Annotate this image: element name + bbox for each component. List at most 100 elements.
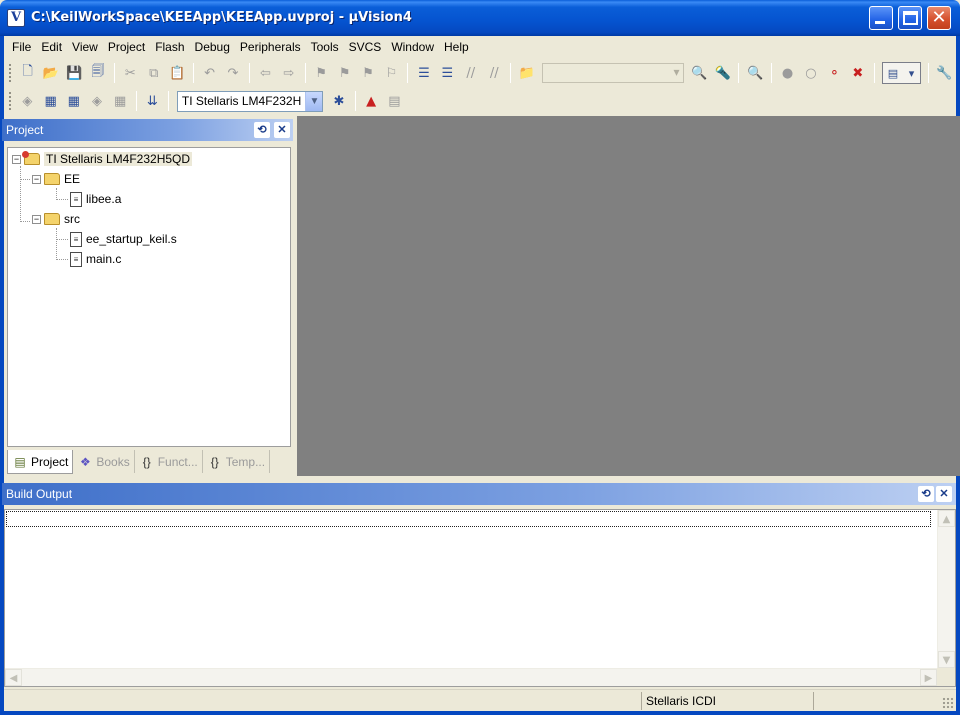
open-folder-icon[interactable]: 📂 — [40, 62, 61, 84]
select-packs-icon[interactable]: ▤ — [384, 90, 405, 112]
toolbar-separator — [770, 63, 772, 83]
find-in-files-icon[interactable]: 📁 — [516, 62, 537, 84]
toolbar-separator — [248, 63, 250, 83]
pin-icon[interactable]: ⟲ — [918, 486, 934, 502]
menu-debug[interactable]: Debug — [190, 36, 235, 58]
menu-view[interactable]: View — [67, 36, 103, 58]
configure-wrench-icon[interactable]: 🔧 — [934, 62, 955, 84]
target-select[interactable]: TI Stellaris LM4F232H ▼ — [176, 90, 324, 112]
clear-bookmarks-icon[interactable]: ⚐ — [381, 62, 402, 84]
debug-session-icon[interactable]: 🔍 — [744, 62, 765, 84]
close-icon[interactable]: ✕ — [936, 486, 952, 502]
save-icon[interactable]: 💾 — [64, 62, 85, 84]
toolbar-separator — [192, 63, 194, 83]
project-tab-icon: ▤ — [14, 454, 26, 469]
tree-item-file[interactable]: ≡ ee_startup_keil.s — [70, 230, 177, 248]
scroll-left-icon[interactable]: ◀ — [5, 669, 22, 686]
disable-breakpoints-icon[interactable]: ⚬ — [824, 62, 845, 84]
tree-item-target[interactable]: − TI Stellaris LM4F232H5QD — [12, 150, 193, 168]
find-icon[interactable]: 🔍 — [689, 62, 710, 84]
enable-breakpoint-icon[interactable]: ○ — [800, 62, 821, 84]
tree-item-file[interactable]: ≡ main.c — [70, 250, 121, 268]
find-combo[interactable] — [542, 63, 684, 83]
menu-peripherals[interactable]: Peripherals — [235, 36, 306, 58]
templates-tab-icon: {} — [210, 454, 219, 469]
menu-project[interactable]: Project — [103, 36, 150, 58]
comment-icon[interactable]: // — [460, 62, 481, 84]
insert-bookmark-icon[interactable]: ⚑ — [311, 62, 332, 84]
build-output-text[interactable]: ▲ ▼ ◀ ▶ — [4, 509, 956, 687]
indent-icon[interactable]: ☰ — [413, 62, 434, 84]
tab-label: Temp... — [225, 454, 266, 469]
translate-file-icon[interactable]: ◈ — [17, 90, 38, 112]
menu-svcs[interactable]: SVCS — [344, 36, 387, 58]
tab-project[interactable]: ▤ Project — [7, 450, 74, 474]
menu-edit[interactable]: Edit — [36, 36, 67, 58]
tab-templates[interactable]: {} Temp... — [203, 450, 271, 473]
title-bar[interactable]: V C:\KeilWorkSpace\KEEApp\KEEApp.uvproj … — [0, 0, 960, 36]
toolbar-grip[interactable] — [8, 91, 12, 111]
scroll-right-icon[interactable]: ▶ — [920, 669, 937, 686]
tree-item-group-ee[interactable]: − EE — [32, 170, 80, 188]
incremental-find-icon[interactable]: 🔦 — [712, 62, 733, 84]
maximize-button[interactable] — [898, 6, 922, 30]
menu-flash[interactable]: Flash — [150, 36, 189, 58]
pin-icon[interactable]: ⟲ — [254, 122, 270, 138]
app-icon[interactable]: V — [7, 9, 25, 27]
menu-window[interactable]: Window — [386, 36, 439, 58]
minimize-button[interactable] — [869, 6, 893, 30]
insert-breakpoint-icon[interactable]: ● — [777, 62, 798, 84]
editor-area[interactable] — [297, 116, 960, 476]
close-button[interactable]: ✕ — [927, 6, 951, 30]
toolbar-grip[interactable] — [8, 63, 12, 83]
undo-icon[interactable]: ↶ — [199, 62, 220, 84]
new-file-icon[interactable]: 🗋 — [17, 62, 38, 84]
project-panel-title: Project — [6, 123, 44, 137]
tree-item-label: libee.a — [86, 192, 122, 206]
target-options-icon[interactable]: ✱ — [328, 90, 349, 112]
collapse-icon[interactable]: − — [12, 154, 21, 164]
tree-item-file[interactable]: ≡ libee.a — [70, 190, 121, 208]
menu-tools[interactable]: Tools — [306, 36, 344, 58]
previous-bookmark-icon[interactable]: ⚑ — [334, 62, 355, 84]
paste-icon[interactable]: 📋 — [166, 62, 187, 84]
file-icon: ≡ — [70, 191, 82, 207]
manage-components-icon[interactable]: ▲ — [361, 90, 382, 112]
batch-build-icon[interactable]: ◈ — [86, 90, 107, 112]
tab-books[interactable]: ❖ Books — [73, 450, 135, 473]
build-target-icon[interactable]: ▦ — [40, 90, 61, 112]
close-icon[interactable]: ✕ — [274, 122, 290, 138]
download-load-icon[interactable]: ⇊ — [142, 90, 163, 112]
close-icon: ✕ — [931, 7, 947, 28]
menu-help[interactable]: Help — [439, 36, 474, 58]
tab-functions[interactable]: {} Funct... — [135, 450, 203, 473]
window-view-dropdown[interactable]: ▤ ▾ — [881, 62, 921, 84]
vertical-scrollbar[interactable]: ▲ ▼ — [937, 510, 955, 668]
next-bookmark-icon[interactable]: ⚑ — [357, 62, 378, 84]
tab-label: Funct... — [157, 454, 198, 469]
navigate-back-icon[interactable]: ⇦ — [255, 62, 276, 84]
collapse-icon[interactable]: − — [32, 174, 41, 184]
menu-bar: File Edit View Project Flash Debug Perip… — [4, 36, 956, 58]
save-all-icon[interactable]: 🗐 — [87, 62, 108, 84]
horizontal-scrollbar[interactable]: ◀ ▶ — [5, 668, 937, 686]
toolbar-separator — [509, 63, 511, 83]
collapse-icon[interactable]: − — [32, 214, 41, 224]
uncomment-icon[interactable]: // — [483, 62, 504, 84]
redo-icon[interactable]: ↷ — [222, 62, 243, 84]
stop-build-icon[interactable]: ▦ — [110, 90, 131, 112]
rebuild-all-icon[interactable]: ▦ — [63, 90, 84, 112]
scroll-down-icon[interactable]: ▼ — [938, 651, 955, 668]
tree-item-group-src[interactable]: − src — [32, 210, 80, 228]
chevron-down-icon[interactable]: ▼ — [305, 91, 323, 111]
unindent-icon[interactable]: ☰ — [437, 62, 458, 84]
cut-icon[interactable]: ✂ — [120, 62, 141, 84]
toolbar-separator — [113, 63, 115, 83]
resize-grip-icon[interactable] — [942, 697, 954, 709]
menu-file[interactable]: File — [7, 36, 36, 58]
navigate-forward-icon[interactable]: ⇨ — [278, 62, 299, 84]
kill-breakpoints-icon[interactable]: ✖ — [847, 62, 868, 84]
scroll-up-icon[interactable]: ▲ — [938, 510, 955, 527]
copy-icon[interactable]: ⧉ — [143, 62, 164, 84]
toolbar-separator — [873, 63, 875, 83]
